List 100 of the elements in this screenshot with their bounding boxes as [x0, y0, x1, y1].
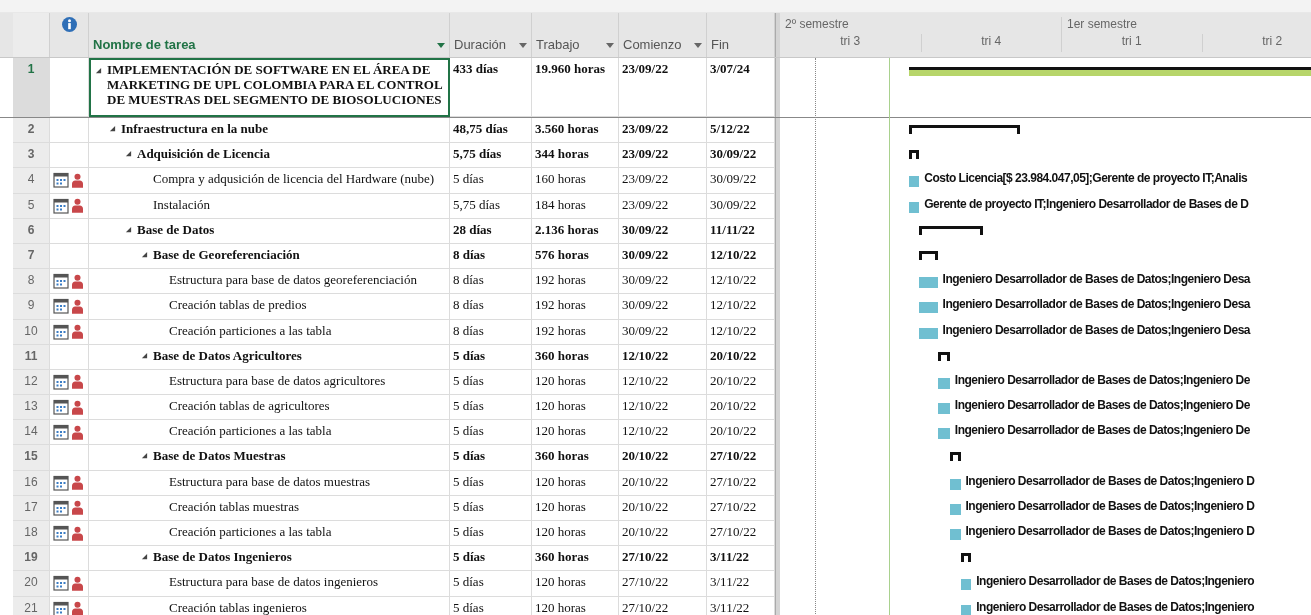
- row-number[interactable]: 20: [13, 571, 50, 597]
- row-number[interactable]: 1: [13, 58, 50, 117]
- row-number[interactable]: 4: [13, 168, 50, 194]
- task-name: Estructura para base de datos muestras: [169, 473, 371, 490]
- resource-label: Ingeniero Desarrollador de Bases de Datos;Ingeniero De: [954, 423, 1250, 438]
- task-name: Creación tablas muestras: [169, 498, 299, 515]
- duration-cell: 5 días: [450, 596, 532, 615]
- work-cell: 184 horas: [532, 193, 619, 219]
- column-header[interactable]: Comienzo: [619, 13, 707, 57]
- row-number[interactable]: 18: [13, 521, 50, 547]
- caret-icon[interactable]: [694, 43, 702, 48]
- task-name: Base de Datos Ingenieros: [153, 549, 292, 566]
- collapse-triangle-icon[interactable]: [125, 225, 132, 233]
- start-cell: 30/09/22: [619, 243, 707, 270]
- start-cell: 30/09/22: [619, 319, 707, 345]
- duration-cell: 5 días: [450, 420, 532, 446]
- calendar-icon: [53, 499, 69, 516]
- duration-cell: 28 días: [450, 218, 532, 244]
- row-number[interactable]: 5: [13, 193, 50, 219]
- calendar-icon: [53, 323, 69, 340]
- start-cell: 12/10/22: [619, 420, 707, 446]
- column-header[interactable]: Duración: [450, 13, 532, 57]
- resource-label: Costo Licencia[$ 23.984.047,05];Gerente de proyecto IT;Analis: [924, 171, 1248, 186]
- row-number[interactable]: 10: [13, 319, 50, 345]
- calendar-icon: [53, 273, 69, 290]
- person-icon: [72, 601, 83, 615]
- row-number[interactable]: 12: [13, 369, 50, 396]
- person-icon: [72, 273, 83, 289]
- collapse-triangle-icon[interactable]: [125, 150, 132, 158]
- task-name: Compra y adqusición de licencia del Hardware (nube): [153, 171, 435, 188]
- start-cell: 23/09/22: [619, 143, 707, 169]
- collapse-triangle-icon[interactable]: [95, 67, 102, 74]
- duration-cell: 5 días: [450, 571, 532, 597]
- resource-label: Ingeniero Desarrollador de Bases de Datos;Ingeniero: [976, 599, 1255, 614]
- row-number[interactable]: 2: [13, 118, 50, 144]
- resource-label: Ingeniero Desarrollador de Bases de Datos;Ingeniero De: [954, 398, 1250, 413]
- task-name: Estructura para base de datos georeferenciación: [169, 272, 417, 289]
- work-cell: 192 horas: [532, 319, 619, 345]
- collapse-triangle-icon[interactable]: [141, 351, 148, 359]
- task-name: Creación tablas de predios: [169, 297, 307, 314]
- task-bar: [960, 579, 972, 591]
- info-icon: [61, 16, 77, 32]
- row-number[interactable]: 17: [13, 495, 50, 521]
- timescale-label: tri 4: [920, 34, 1061, 52]
- calendar-icon: [53, 172, 69, 189]
- task-name: Base de Datos Muestras: [153, 448, 286, 465]
- collapse-triangle-icon[interactable]: [141, 452, 148, 460]
- task-name: Infraestructura en la nube: [121, 121, 268, 137]
- duration-cell: 433 días: [450, 58, 532, 117]
- task-bar: [949, 478, 961, 490]
- row-number[interactable]: 14: [13, 420, 50, 446]
- work-cell: 120 horas: [532, 596, 619, 615]
- task-bar: [937, 428, 950, 440]
- task-name: Creación tablas ingenieros: [169, 599, 307, 615]
- caret-icon[interactable]: [519, 43, 527, 48]
- work-cell: 360 horas: [532, 546, 619, 572]
- duration-cell: 8 días: [450, 294, 532, 320]
- caret-icon[interactable]: [437, 43, 445, 48]
- work-cell: 344 horas: [532, 143, 619, 169]
- row-number[interactable]: 13: [13, 395, 50, 421]
- summary-bracket: [919, 250, 938, 260]
- caret-icon[interactable]: [606, 43, 614, 48]
- work-cell: 160 horas: [532, 168, 619, 194]
- row-number[interactable]: 11: [13, 344, 50, 370]
- row-number[interactable]: 3: [13, 143, 50, 169]
- start-cell: 30/09/22: [619, 294, 707, 320]
- row-number[interactable]: 9: [13, 294, 50, 320]
- start-cell: 12/10/22: [619, 344, 707, 370]
- work-cell: 120 horas: [532, 495, 619, 521]
- work-cell: 120 horas: [532, 470, 619, 496]
- row-number[interactable]: 6: [13, 218, 50, 244]
- duration-cell: 5 días: [450, 445, 532, 471]
- task-name: Creación particiones a las tabla: [169, 423, 332, 440]
- duration-cell: 5 días: [450, 470, 532, 496]
- calendar-icon: [53, 575, 69, 592]
- duration-cell: 5,75 días: [450, 143, 532, 169]
- resource-label: Ingeniero Desarrollador de Bases de Datos;Ingeniero D: [965, 498, 1255, 513]
- task-name: IMPLEMENTACIÓN DE SOFTWARE EN EL ÁREA DE MARKETING DE UPL COLOMBIA PARA EL CONTROL DE MUESTRAS DEL SEGMENTO DE BIOSOLUCIONES: [107, 63, 443, 108]
- person-icon: [72, 374, 83, 390]
- resource-label: Ingeniero Desarrollador de Bases de Datos;Ingeniero Desa: [942, 297, 1250, 312]
- start-cell: 20/10/22: [619, 445, 707, 471]
- row-number[interactable]: 7: [13, 243, 50, 270]
- collapse-triangle-icon[interactable]: [141, 250, 148, 258]
- work-cell: 120 horas: [532, 521, 619, 547]
- work-cell: 2.136 horas: [532, 218, 619, 244]
- row-number[interactable]: 15: [13, 445, 50, 471]
- resource-label: Gerente de proyecto IT;Ingeniero Desarrollador de Bases de D: [924, 196, 1249, 211]
- task-bar: [908, 201, 920, 213]
- collapse-triangle-icon[interactable]: [109, 125, 116, 132]
- row-number[interactable]: 19: [13, 546, 50, 572]
- duration-cell: 5 días: [450, 344, 532, 370]
- collapse-triangle-icon[interactable]: [141, 553, 148, 561]
- row-number[interactable]: 16: [13, 470, 50, 496]
- row-number[interactable]: 8: [13, 269, 50, 295]
- duration-cell: 48,75 días: [450, 118, 532, 144]
- column-header[interactable]: Trabajo: [532, 13, 619, 57]
- column-header[interactable]: Nombre de tarea: [89, 13, 450, 57]
- timescale-label: 1er semestre: [1061, 17, 1311, 34]
- person-icon: [72, 500, 83, 516]
- task-name: Estructura para base de datos ingenieros: [169, 574, 378, 591]
